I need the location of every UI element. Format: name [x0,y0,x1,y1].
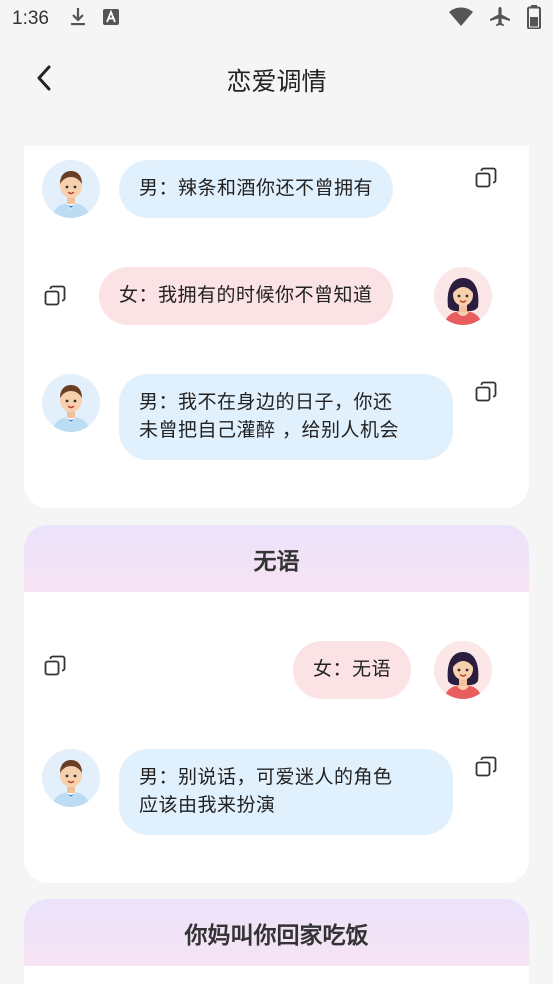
copy-button[interactable] [472,755,500,783]
message-row: 男：别说话，可爱迷人的角色 应该由我来扮演 [24,707,529,857]
message-text: 女：我拥有的时候你不曾知道 [119,284,373,306]
copy-icon [44,655,66,681]
card-title: 无语 [24,525,529,592]
male-avatar [42,374,100,432]
male-avatar [42,749,100,807]
message-text-line: 未曾把自己灌醉 ，给别人机会 [139,419,400,441]
text-a-icon [102,8,119,30]
message-text-line: 应该由我来扮演 [139,794,276,816]
message-text: 女：无语 [313,658,392,680]
page-title: 恋爱调情 [226,67,327,96]
battery-icon [527,4,541,34]
female-avatar [434,267,492,325]
dialogue-card: 你妈叫你回家吃饭 [24,899,529,984]
download-icon [69,7,87,32]
back-button[interactable] [26,62,62,98]
message-bubble[interactable]: 男：我不在身边的日子，你还 未曾把自己灌醉 ，给别人机会 [119,374,453,460]
message-bubble[interactable]: 男：辣条和酒你还不曾拥有 [119,160,394,218]
dialogue-card: 男：辣条和酒你还不曾拥有 女：我拥有的时候你不曾知道 男：我不在身边的日子，你还… [24,146,529,508]
message-bubble[interactable]: 女：无语 [293,641,412,699]
message-row: 男：我不在身边的日子，你还 未曾把自己灌醉 ，给别人机会 [24,352,529,492]
content-list[interactable]: 男：辣条和酒你还不曾拥有 女：我拥有的时候你不曾知道 男：我不在身边的日子，你还… [0,146,553,984]
dialogue-card: 无语 女：无语 男：别说话，可爱迷人的角色 应该由我来扮演 [24,525,529,883]
copy-button[interactable] [472,166,500,194]
copy-icon [475,167,497,193]
copy-icon [475,756,497,782]
wifi-icon [449,7,473,32]
copy-icon [475,381,497,407]
message-row: 男：辣条和酒你还不曾拥有 [24,146,529,222]
message-text-line: 男：别说话，可爱迷人的角色 [139,766,393,788]
female-avatar [434,641,492,699]
back-arrow-icon [36,65,52,95]
message-bubble[interactable]: 女：我拥有的时候你不曾知道 [99,267,393,325]
status-bar: 1:36 [0,0,553,38]
message-text: 男：辣条和酒你还不曾拥有 [139,177,374,199]
message-row: 女：我拥有的时候你不曾知道 [24,222,529,332]
message-text-line: 男：我不在身边的日子，你还 [139,391,393,413]
status-time: 1:36 [12,8,49,29]
card-title: 你妈叫你回家吃饭 [24,899,529,966]
male-avatar [42,160,100,218]
message-bubble[interactable]: 男：别说话，可爱迷人的角色 应该由我来扮演 [119,749,453,835]
copy-button[interactable] [41,654,69,682]
copy-button[interactable] [472,380,500,408]
copy-icon [44,285,66,311]
app-bar: 恋爱调情 [0,50,553,110]
copy-button[interactable] [41,284,69,312]
airplane-mode-icon [489,6,511,33]
message-row: 女：无语 [24,592,529,707]
